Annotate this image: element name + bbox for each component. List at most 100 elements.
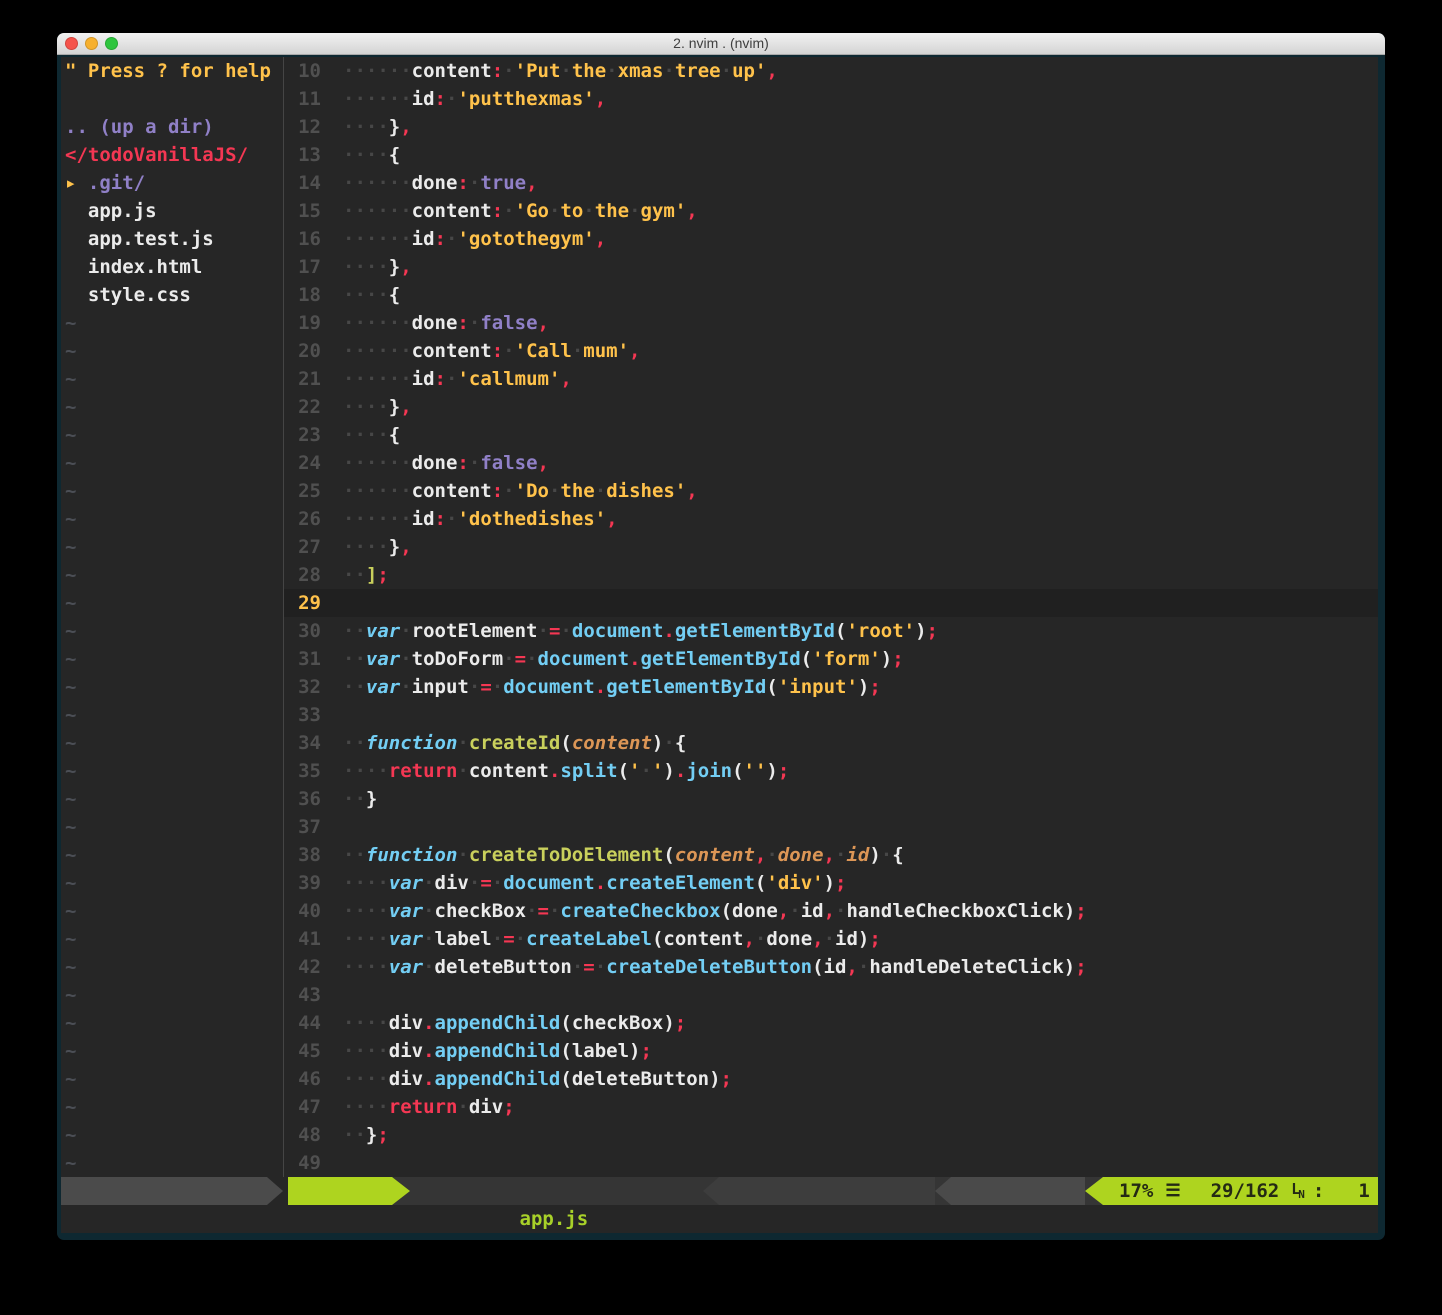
nerdtree-item[interactable]: index.html [65,253,283,281]
empty-line-tilde: ~ [65,925,283,953]
line-number: 37 [284,813,328,841]
empty-line-tilde: ~ [65,1065,283,1093]
line-number: 27 [284,533,328,561]
code-line[interactable]: 21······id:·'callmum', [284,365,1378,393]
code-line[interactable]: 40····var·checkBox·=·createCheckbox(done… [284,897,1378,925]
nerdtree-item[interactable]: " Press ? for help [65,57,283,85]
code-line[interactable]: 34··function·createId(content)·{ [284,729,1378,757]
mode-indicator: NORMAL [288,1177,410,1205]
line-number: 23 [284,421,328,449]
code-line[interactable]: 20······content:·'Call·mum', [284,337,1378,365]
code-line[interactable]: 35····return·content.split('·').join('')… [284,757,1378,785]
line-number: 47 [284,1093,328,1121]
code-line[interactable]: 14······done:·true, [284,169,1378,197]
code-line-text: ······done:·true, [328,169,538,197]
code-line[interactable]: 36··} [284,785,1378,813]
code-line[interactable]: 48··}; [284,1121,1378,1149]
code-line-text: ··function·createToDoElement(content,·do… [328,841,904,869]
code-line[interactable]: 47····return·div; [284,1093,1378,1121]
code-line[interactable]: 27····}, [284,533,1378,561]
code-line[interactable]: 42····var·deleteButton·=·createDeleteBut… [284,953,1378,981]
code-line-text: ····var·deleteButton·=·createDeleteButto… [328,953,1087,981]
code-line[interactable]: 17····}, [284,253,1378,281]
code-line[interactable]: 13····{ [284,141,1378,169]
statusline-encoding: utf-8[unix] [935,1177,1085,1205]
line-number: 19 [284,309,328,337]
code-line[interactable]: 23····{ [284,421,1378,449]
empty-line-tilde: ~ [65,561,283,589]
code-line[interactable]: 30··var·rootElement·=·document.getElemen… [284,617,1378,645]
code-line[interactable]: 11······id:·'putthexmas', [284,85,1378,113]
list-icon: ☰ [1165,1177,1180,1205]
code-line[interactable]: 46····div.appendChild(deleteButton); [284,1065,1378,1093]
nerdtree-item[interactable]: app.js [65,197,283,225]
code-line[interactable]: 29 [284,589,1378,617]
code-line-text: ······done:·false, [328,309,549,337]
line-number: 46 [284,1065,328,1093]
empty-line-tilde: ~ [65,1149,283,1177]
line-number: 18 [284,281,328,309]
code-line[interactable]: 39····var·div·=·document.createElement('… [284,869,1378,897]
empty-line-tilde: ~ [65,393,283,421]
empty-line-tilde: ~ [65,757,283,785]
line-number-icon: LN [1291,1174,1305,1209]
code-line[interactable]: 28··]; [284,561,1378,589]
nerdtree-item[interactable]: </todoVanillaJS/ [65,141,283,169]
code-line[interactable]: 25······content:·'Do·the·dishes', [284,477,1378,505]
line-number: 26 [284,505,328,533]
dir-expand-icon[interactable]: ▸ [65,172,88,194]
empty-line-tilde: ~ [65,309,283,337]
code-line-text: ······id:·'dothedishes', [328,505,618,533]
code-line-text: ····div.appendChild(checkBox); [328,1009,686,1037]
empty-line-tilde: ~ [65,701,283,729]
code-line[interactable]: 22····}, [284,393,1378,421]
empty-line-tilde: ~ [65,897,283,925]
nerdtree-item[interactable]: .. (up a dir) [65,113,283,141]
empty-line-tilde: ~ [65,1093,283,1121]
code-line[interactable]: 16······id:·'gotothegym', [284,225,1378,253]
line-number: 31 [284,645,328,673]
code-line-text: ··function·createId(content)·{ [328,729,686,757]
line-number: 34 [284,729,328,757]
code-line[interactable]: 26······id:·'dothedishes', [284,505,1378,533]
code-line[interactable]: 44····div.appendChild(checkBox); [284,1009,1378,1037]
code-line-text: ······id:·'gotothegym', [328,225,606,253]
nerdtree-item[interactable]: ▸ .git/ [65,169,283,197]
line-number: 20 [284,337,328,365]
code-line[interactable]: 19······done:·false, [284,309,1378,337]
code-line[interactable]: 38··function·createToDoElement(content,·… [284,841,1378,869]
code-line[interactable]: 10······content:·'Put·the·xmas·tree·up', [284,57,1378,85]
empty-line-tilde: ~ [65,953,283,981]
code-line[interactable]: 24······done:·false, [284,449,1378,477]
line-number: 11 [284,85,328,113]
code-line[interactable]: 49 [284,1149,1378,1177]
code-line-text: ··} [328,785,377,813]
empty-line-tilde: ~ [65,477,283,505]
code-line[interactable]: 18····{ [284,281,1378,309]
code-line[interactable]: 33 [284,701,1378,729]
code-line-text: ····{ [328,281,400,309]
empty-line-tilde: ~ [65,673,283,701]
command-line[interactable] [61,1205,1378,1233]
code-line[interactable]: 31··var·toDoForm·=·document.getElementBy… [284,645,1378,673]
code-line[interactable]: 41····var·label·=·createLabel(content,·d… [284,925,1378,953]
line-number: 13 [284,141,328,169]
code-line[interactable]: 12····}, [284,113,1378,141]
position-colon: : [1313,1177,1324,1205]
code-line[interactable]: 32··var·input·=·document.getElementById(… [284,673,1378,701]
code-line[interactable]: 37 [284,813,1378,841]
code-line-text: ····return·div; [328,1093,515,1121]
nerdtree-item[interactable]: style.css [65,281,283,309]
code-line[interactable]: 15······content:·'Go·to·the·gym', [284,197,1378,225]
code-line-text: ····div.appendChild(deleteButton); [328,1065,732,1093]
line-number: 12 [284,113,328,141]
line-number: 35 [284,757,328,785]
code-line[interactable]: 43 [284,981,1378,1009]
line-number: 42 [284,953,328,981]
editor-pane[interactable]: 10······content:·'Put·the·xmas·tree·up',… [284,57,1378,1177]
nerdtree-sidebar[interactable]: " Press ? for help .. (up a dir)</todoVan… [61,57,283,1177]
nerdtree-item[interactable]: app.test.js [65,225,283,253]
code-line[interactable]: 45····div.appendChild(label); [284,1037,1378,1065]
line-number: 39 [284,869,328,897]
empty-line-tilde: ~ [65,449,283,477]
